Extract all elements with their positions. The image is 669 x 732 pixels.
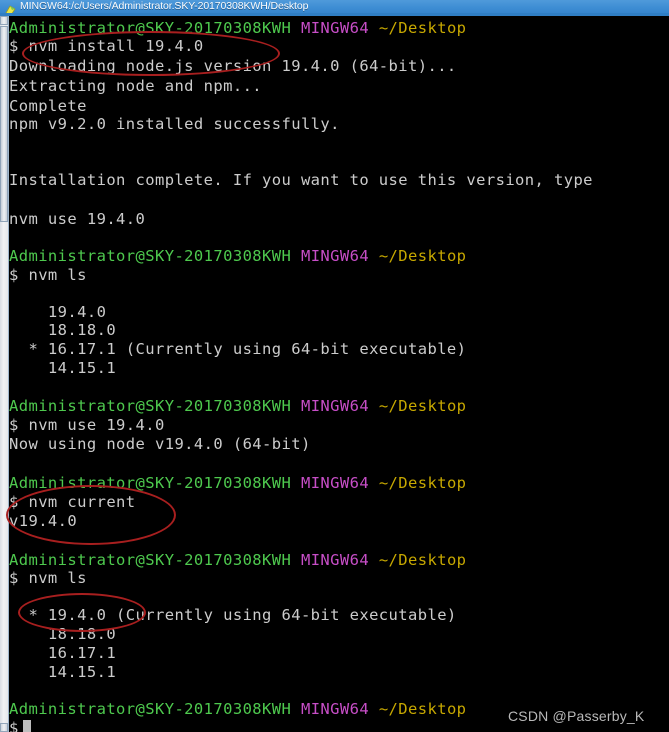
prompt-user-host: Administrator@SKY-20170308KWH bbox=[9, 551, 292, 569]
terminal-line-command-nvm-install: $ nvm install 19.4.0 bbox=[9, 37, 204, 55]
terminal-line-command-nvm-use: $ nvm use 19.4.0 bbox=[9, 416, 165, 434]
terminal-output-area[interactable]: Administrator@SKY-20170308KWH MINGW64 ~/… bbox=[9, 16, 669, 732]
terminal-line-command-nvm-current: $ nvm current bbox=[9, 493, 136, 511]
window-title: MINGW64:/c/Users/Administrator.SKY-20170… bbox=[20, 0, 309, 12]
prompt-path: ~/Desktop bbox=[378, 700, 467, 718]
shell-prompt-line: Administrator@SKY-20170308KWH MINGW64 ~/… bbox=[9, 18, 466, 38]
prompt-shell: MINGW64 bbox=[300, 247, 370, 265]
shell-prompt-line: Administrator@SKY-20170308KWH MINGW64 ~/… bbox=[9, 246, 466, 266]
scrollbar-up-arrow[interactable] bbox=[0, 16, 8, 25]
prompt-user-host: Administrator@SKY-20170308KWH bbox=[9, 247, 292, 265]
prompt-shell: MINGW64 bbox=[300, 474, 370, 492]
terminal-line-version-19-4-0: 19.4.0 bbox=[9, 303, 107, 321]
window-titlebar[interactable]: MINGW64:/c/Users/Administrator.SKY-20170… bbox=[0, 0, 669, 13]
shell-prompt-line: Administrator@SKY-20170308KWH MINGW64 ~/… bbox=[9, 473, 466, 493]
prompt-path: ~/Desktop bbox=[378, 551, 467, 569]
terminal-line-complete: Complete bbox=[9, 97, 87, 115]
terminal-line-current-version: v19.4.0 bbox=[9, 512, 78, 530]
shell-prompt-line: Administrator@SKY-20170308KWH MINGW64 ~/… bbox=[9, 699, 466, 719]
terminal-line-version-16-17-1-active: * 16.17.1 (Currently using 64-bit execut… bbox=[9, 340, 467, 358]
prompt-symbol: $ bbox=[9, 719, 19, 732]
terminal-line-command-nvm-ls-2: $ nvm ls bbox=[9, 569, 87, 587]
prompt-user-host: Administrator@SKY-20170308KWH bbox=[9, 474, 292, 492]
mintty-icon bbox=[4, 1, 17, 13]
vertical-scrollbar[interactable] bbox=[0, 16, 9, 732]
prompt-path: ~/Desktop bbox=[378, 19, 467, 37]
terminal-window: MINGW64:/c/Users/Administrator.SKY-20170… bbox=[0, 0, 669, 732]
prompt-path: ~/Desktop bbox=[378, 397, 467, 415]
terminal-line-version-18-18-0: 18.18.0 bbox=[9, 321, 117, 339]
terminal-line-version-16-17-1-b: 16.17.1 bbox=[9, 644, 117, 662]
scrollbar-down-arrow[interactable] bbox=[0, 723, 8, 732]
text-cursor bbox=[22, 720, 31, 732]
terminal-line-version-14-15-1-b: 14.15.1 bbox=[9, 663, 117, 681]
terminal-line-downloading: Downloading node.js version 19.4.0 (64-b… bbox=[9, 57, 457, 75]
scrollbar-thumb[interactable] bbox=[0, 26, 8, 222]
terminal-line-command-nvm-ls-1: $ nvm ls bbox=[9, 266, 87, 284]
prompt-path: ~/Desktop bbox=[378, 247, 467, 265]
prompt-shell: MINGW64 bbox=[300, 700, 370, 718]
prompt-user-host: Administrator@SKY-20170308KWH bbox=[9, 700, 292, 718]
terminal-line-extracting: Extracting node and npm... bbox=[9, 77, 263, 95]
shell-prompt-line: Administrator@SKY-20170308KWH MINGW64 ~/… bbox=[9, 396, 466, 416]
prompt-path: ~/Desktop bbox=[378, 474, 467, 492]
prompt-shell: MINGW64 bbox=[300, 19, 370, 37]
terminal-line-nvm-use-hint: nvm use 19.4.0 bbox=[9, 210, 146, 228]
prompt-shell: MINGW64 bbox=[300, 551, 370, 569]
terminal-line-version-14-15-1: 14.15.1 bbox=[9, 359, 117, 377]
terminal-line-npm-installed: npm v9.2.0 installed successfully. bbox=[9, 115, 340, 133]
csdn-watermark: CSDN @Passerby_K bbox=[508, 708, 645, 724]
terminal-line-version-19-4-0-active: * 19.4.0 (Currently using 64-bit executa… bbox=[9, 606, 457, 624]
prompt-user-host: Administrator@SKY-20170308KWH bbox=[9, 19, 292, 37]
prompt-shell: MINGW64 bbox=[300, 397, 370, 415]
terminal-line-version-18-18-0-b: 18.18.0 bbox=[9, 625, 117, 643]
terminal-input-line[interactable]: $ bbox=[9, 718, 31, 732]
terminal-line-installation-complete: Installation complete. If you want to us… bbox=[9, 171, 593, 189]
shell-prompt-line: Administrator@SKY-20170308KWH MINGW64 ~/… bbox=[9, 550, 466, 570]
prompt-user-host: Administrator@SKY-20170308KWH bbox=[9, 397, 292, 415]
terminal-line-now-using: Now using node v19.4.0 (64-bit) bbox=[9, 435, 311, 453]
